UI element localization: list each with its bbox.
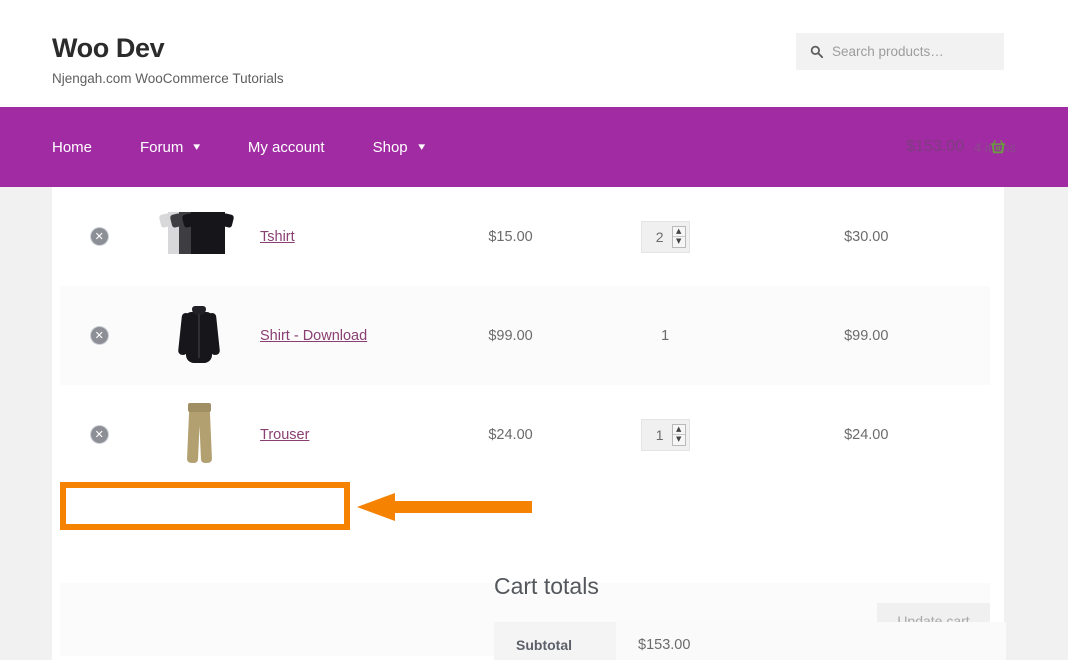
cart-cell-product-name: Tshirt <box>260 187 433 286</box>
cart-cell-product-name: Trouser <box>260 385 433 484</box>
product-price: $24.00 <box>488 426 533 443</box>
search-input[interactable] <box>832 44 1002 59</box>
site-title: Woo Dev <box>52 33 165 63</box>
quantity-spinner-buttons[interactable]: ▲ ▼ <box>671 423 686 446</box>
line-item-subtotal: $99.00 <box>844 327 889 344</box>
cart-cell-price: $15.00 <box>433 187 588 286</box>
cart-cell-subtotal: $30.00 <box>743 187 990 286</box>
quantity-increment-icon[interactable]: ▲ <box>673 227 685 237</box>
quantity-decrement-icon[interactable]: ▼ <box>673 237 685 247</box>
quantity-value[interactable]: 1 <box>648 427 672 443</box>
subtotal-label: Subtotal <box>494 622 616 660</box>
black-shirt-thumbnail[interactable] <box>166 299 232 369</box>
nav-item-label: Shop <box>372 138 408 156</box>
table-row: ✕ Trouser $24.00 1 ▲ ▼ $24.00 <box>60 385 990 484</box>
cart-cell-quantity: 2 ▲ ▼ <box>588 187 743 286</box>
cart-totals-title: Cart totals <box>494 573 599 599</box>
nav-item-forum[interactable]: Forum ▾ <box>140 138 201 156</box>
nav-item-label: Forum <box>140 138 184 156</box>
remove-item-button[interactable]: ✕ <box>90 327 108 344</box>
cart-cell-quantity: 1 <box>588 286 743 385</box>
cart-cell-subtotal: $99.00 <box>743 286 990 385</box>
table-row: ✕ Tshirt $15.00 2 ▲ ▼ $30.00 <box>60 187 990 286</box>
annotation-arrow-icon <box>357 493 532 521</box>
nav-item-my-account[interactable]: My account <box>248 139 325 156</box>
quantity-increment-icon[interactable]: ▲ <box>673 425 685 435</box>
nav-item-home[interactable]: Home <box>52 139 92 156</box>
remove-item-button[interactable]: ✕ <box>90 228 108 245</box>
quantity-stepper[interactable]: 1 ▲ ▼ <box>640 418 690 451</box>
table-row: ✕ Shirt - Download $99.00 1 $99.00 <box>60 286 990 385</box>
chevron-down-icon: ▾ <box>193 140 201 153</box>
quantity-stepper[interactable]: 2 ▲ ▼ <box>640 220 690 253</box>
cart-cell-thumbnail <box>138 187 260 286</box>
cart-table-body: ✕ Tshirt $15.00 2 ▲ ▼ $30.00 ✕ Shirt - D… <box>60 187 990 484</box>
quantity-decrement-icon[interactable]: ▼ <box>673 435 685 445</box>
cart-cell-price: $99.00 <box>433 286 588 385</box>
branding: Woo Dev Njengah.com WooCommerce Tutorial… <box>52 32 284 88</box>
cart-total-amount: $153.00 <box>906 138 965 155</box>
khaki-trouser-thumbnail[interactable] <box>166 398 232 468</box>
product-link[interactable]: Shirt - Download <box>260 328 367 344</box>
product-link[interactable]: Tshirt <box>260 229 295 245</box>
table-row: Subtotal $153.00 <box>494 622 1006 660</box>
shopping-basket-icon[interactable] <box>989 138 1007 156</box>
cart-totals-table: Subtotal $153.00 <box>494 622 1006 660</box>
site-description: Njengah.com WooCommerce Tutorials <box>52 71 284 86</box>
quantity-value: 1 <box>661 327 670 344</box>
cart-cell-remove: ✕ <box>60 187 138 286</box>
cart-cell-price: $24.00 <box>433 385 588 484</box>
line-item-subtotal: $30.00 <box>844 228 889 245</box>
site-header: Woo Dev Njengah.com WooCommerce Tutorial… <box>0 0 1068 107</box>
cart-cell-subtotal: $24.00 <box>743 385 990 484</box>
nav-item-label: My account <box>247 138 325 156</box>
cart-totals-section: Cart totals Subtotal $153.00 <box>494 572 1006 660</box>
nav-item-label: Home <box>52 138 93 156</box>
tshirt-black-icon <box>191 211 226 254</box>
main-content: ✕ Tshirt $15.00 2 ▲ ▼ $30.00 ✕ Shirt - D… <box>52 187 1006 660</box>
product-link[interactable]: Trouser <box>260 427 309 443</box>
nav-items: Home Forum ▾ My account Shop ▾ <box>52 107 472 187</box>
annotation-highlight-box <box>60 482 350 530</box>
cart-cell-product-name: Shirt - Download <box>260 286 433 385</box>
remove-item-button[interactable]: ✕ <box>90 426 108 443</box>
line-item-subtotal: $24.00 <box>844 426 889 443</box>
cart-cell-thumbnail <box>138 286 260 385</box>
header-cart-summary[interactable]: $153.00 4 items <box>776 107 1016 187</box>
subtotal-value: $153.00 <box>616 622 1006 660</box>
trouser-icon <box>186 402 213 463</box>
quantity-spinner-buttons[interactable]: ▲ ▼ <box>671 225 686 248</box>
primary-navigation: Home Forum ▾ My account Shop ▾ $153.00 4… <box>0 107 1068 187</box>
product-price: $15.00 <box>488 228 533 245</box>
product-price: $99.00 <box>488 327 533 344</box>
chevron-down-icon: ▾ <box>417 140 425 153</box>
quantity-value[interactable]: 2 <box>648 229 672 245</box>
shirt-icon <box>178 305 221 363</box>
page-root: Woo Dev Njengah.com WooCommerce Tutorial… <box>0 0 1068 660</box>
cart-cell-quantity: 1 ▲ ▼ <box>588 385 743 484</box>
cart-cell-thumbnail <box>138 385 260 484</box>
nav-item-shop[interactable]: Shop ▾ <box>373 139 425 156</box>
cart-cell-remove: ✕ <box>60 286 138 385</box>
product-search-box[interactable] <box>796 33 1004 70</box>
shop-cart-table: ✕ Tshirt $15.00 2 ▲ ▼ $30.00 ✕ Shirt - D… <box>60 187 990 484</box>
cart-cell-remove: ✕ <box>60 385 138 484</box>
search-icon <box>810 45 823 58</box>
tshirt-stack-thumbnail[interactable] <box>166 200 232 270</box>
